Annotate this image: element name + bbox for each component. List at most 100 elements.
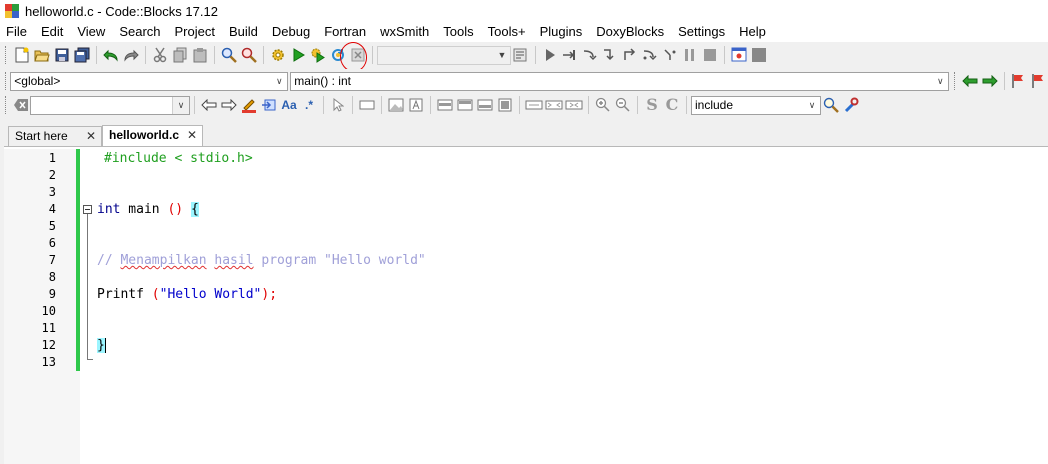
abort-icon[interactable] <box>348 45 368 65</box>
search-toolbar: ∨ Aa .* S C include ∨ <box>0 93 1048 117</box>
build-options-icon[interactable] <box>511 45 531 65</box>
settings-wrench-icon[interactable] <box>841 95 861 115</box>
replace-icon[interactable] <box>239 45 259 65</box>
scope-select[interactable]: <global> ∨ <box>10 72 288 91</box>
match-case-icon[interactable]: Aa <box>279 95 299 115</box>
menu-fortran[interactable]: Fortran <box>317 22 373 42</box>
whitespace <box>183 202 191 217</box>
toolbar-grip[interactable] <box>5 96 9 114</box>
run-to-cursor-icon[interactable] <box>560 45 580 65</box>
debug-continue-icon[interactable] <box>540 45 560 65</box>
menu-tools-plus[interactable]: Tools+ <box>481 22 533 42</box>
chevron-down-icon: ▼ <box>494 47 510 64</box>
toolbar-grip[interactable] <box>5 72 7 90</box>
spacer-left-icon[interactable] <box>524 95 544 115</box>
menu-search[interactable]: Search <box>112 22 167 42</box>
include-search-select[interactable]: include ∨ <box>691 96 821 115</box>
toolbar-separator <box>588 96 589 114</box>
menu-project[interactable]: Project <box>168 22 222 42</box>
search-input[interactable]: ∨ <box>30 96 190 115</box>
jump-forward-icon[interactable] <box>980 71 1000 91</box>
build-icon[interactable] <box>268 45 288 65</box>
next-instruction-icon[interactable] <box>640 45 660 65</box>
toolbar-grip[interactable] <box>5 46 9 64</box>
line-number: 9 <box>4 286 56 303</box>
select-pointer-icon[interactable] <box>328 95 348 115</box>
layout-bottom-icon[interactable] <box>475 95 495 115</box>
menu-plugins[interactable]: Plugins <box>533 22 590 42</box>
highlight-icon[interactable] <box>239 95 259 115</box>
menu-tools[interactable]: Tools <box>436 22 480 42</box>
regex-icon[interactable]: .* <box>299 95 319 115</box>
rebuild-icon[interactable] <box>328 45 348 65</box>
menu-debug[interactable]: Debug <box>265 22 317 42</box>
open-file-icon[interactable] <box>32 45 52 65</box>
tab-start-here[interactable]: Start here ✕ <box>8 126 102 146</box>
zoom-out-icon[interactable] <box>613 95 633 115</box>
menu-wxsmith[interactable]: wxSmith <box>373 22 436 42</box>
stop-debugger-icon[interactable] <box>700 45 720 65</box>
next-line-icon[interactable] <box>580 45 600 65</box>
toolbar-separator <box>637 96 638 114</box>
debug-info-icon[interactable] <box>749 45 769 65</box>
spacer-center-icon[interactable] <box>544 95 564 115</box>
insert-rect-icon[interactable] <box>357 95 377 115</box>
comment-text: program "Hello world" <box>254 253 426 268</box>
fold-guide-end <box>87 359 93 360</box>
source-s-icon[interactable]: S <box>642 95 662 115</box>
menu-file[interactable]: File <box>0 22 34 42</box>
code-line-4: int main () { <box>97 201 199 218</box>
layout-middle-icon[interactable] <box>455 95 475 115</box>
step-into-instruction-icon[interactable] <box>660 45 680 65</box>
paste-icon[interactable] <box>190 45 210 65</box>
menu-help[interactable]: Help <box>732 22 773 42</box>
close-icon[interactable]: ✕ <box>86 127 96 145</box>
menu-settings[interactable]: Settings <box>671 22 732 42</box>
spacer-right-icon[interactable] <box>564 95 584 115</box>
tab-helloworld-c[interactable]: helloworld.c ✕ <box>102 125 203 147</box>
new-file-icon[interactable] <box>12 45 32 65</box>
source-c-icon[interactable]: C <box>662 95 682 115</box>
toolbar-separator <box>686 96 687 114</box>
cut-icon[interactable] <box>150 45 170 65</box>
bookmark-prev-icon[interactable] <box>1028 71 1048 91</box>
toolbar-grip[interactable] <box>954 72 956 90</box>
menu-doxyblocks[interactable]: DoxyBlocks <box>589 22 671 42</box>
find-previous-icon[interactable] <box>199 95 219 115</box>
break-debugger-icon[interactable] <box>680 45 700 65</box>
menu-build[interactable]: Build <box>222 22 265 42</box>
identifier: main <box>120 202 167 217</box>
menu-edit[interactable]: Edit <box>34 22 70 42</box>
find-next-icon[interactable] <box>219 95 239 115</box>
search-include-icon[interactable] <box>821 95 841 115</box>
layout-top-icon[interactable] <box>435 95 455 115</box>
step-out-icon[interactable] <box>620 45 640 65</box>
fold-toggle-icon[interactable] <box>83 205 92 214</box>
copy-icon[interactable] <box>170 45 190 65</box>
insert-text-icon[interactable] <box>406 95 426 115</box>
clear-search-icon[interactable] <box>12 95 30 115</box>
jump-back-icon[interactable] <box>960 71 980 91</box>
code-editor[interactable]: 1 2 3 4 5 6 7 8 9 10 11 12 13 #include <… <box>4 146 1048 464</box>
find-icon[interactable] <box>219 45 239 65</box>
close-icon[interactable]: ✕ <box>187 126 197 144</box>
redo-icon[interactable] <box>121 45 141 65</box>
code-line-7: // Menampilkan hasil program "Hello worl… <box>97 252 426 269</box>
save-icon[interactable] <box>52 45 72 65</box>
build-and-run-icon[interactable] <box>308 45 328 65</box>
zoom-in-icon[interactable] <box>593 95 613 115</box>
menu-view[interactable]: View <box>70 22 112 42</box>
save-all-icon[interactable] <box>72 45 92 65</box>
build-target-select[interactable]: ▼ <box>377 46 511 65</box>
toolbar-separator <box>381 96 382 114</box>
step-into-icon[interactable] <box>600 45 620 65</box>
bookmark-flag-icon[interactable] <box>1008 71 1028 91</box>
layout-fill-icon[interactable] <box>495 95 515 115</box>
function-select[interactable]: main() : int ∨ <box>290 72 949 91</box>
insert-image-icon[interactable] <box>386 95 406 115</box>
undo-icon[interactable] <box>101 45 121 65</box>
line-number: 13 <box>4 354 56 371</box>
debugging-windows-icon[interactable] <box>729 45 749 65</box>
run-icon[interactable] <box>288 45 308 65</box>
selected-text-icon[interactable] <box>259 95 279 115</box>
